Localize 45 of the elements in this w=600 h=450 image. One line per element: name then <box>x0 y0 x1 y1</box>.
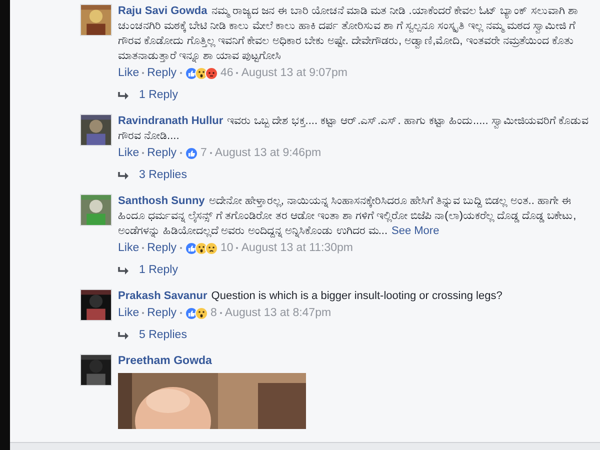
reply-arrow-icon <box>118 90 129 100</box>
sad-reaction-icon <box>204 242 218 254</box>
author-link[interactable]: Ravindranath Hullur <box>118 115 224 127</box>
reply-link[interactable]: Reply <box>147 240 177 256</box>
reply-arrow-icon <box>118 170 129 180</box>
reply-arrow-icon <box>118 330 129 340</box>
separator-dot-icon <box>210 152 212 154</box>
replies-link[interactable]: 1 Reply <box>139 87 178 103</box>
like-link[interactable]: Like <box>118 65 140 81</box>
wow-reaction-icon <box>194 306 208 320</box>
like-link[interactable]: Like <box>118 145 140 161</box>
separator-dot-icon <box>142 152 144 154</box>
like-reaction-icon <box>184 66 198 80</box>
reply-link[interactable]: Reply <box>147 65 177 81</box>
comment-text: Raju Savi Gowda ನಮ್ಮ ರಾಜ್ಯದ ಜನ ಈ ಬಾರಿ ಯೋಚನೆ ಮಾಡಿ ಮತ ನೀಡಿ .ಯಾಕೆಂದರೆ ಕೇವಲ ಓಟ್ ಬ್ಯಾಂಕ್ ಸಲುವಾಗಿ ಶಾ ಚುಂಚನಗಿರಿ ಮಠಕ್ಕೆ ಬೇಟಿ ನೀಡಿ ಕಾಲು ಮೇಲೆ ಕಾಲು ಹಾಕಿ ದರ್ಪ ತೋರಿಸುವ ಶಾ ಗೆ ಸ್ವಲ್ಪನೂ ಸಂಸ್ಕೃತಿ ಇಲ್ಲ ನಮ್ಮ ಮಠದ ಸ್ವಾಮೀಜಿ ಗೆ ಗೌರವ ಕೊಡೋದು ಗೊತ್ತಿಲ್ಲ ಇವನಿಗೆ ಕೇವಲ ಅಧಿಕಾರ ಬೇಕು ಅಷ್ಟೇ. ದೇವೇಗೌಡರು, ಅಡ್ವಾಣಿ,ಮೋದಿ, ಇಂತವರೇ ನಮ್ರತೆಯಿಂದ ಕೊತು ಮಾತನಾಡುತ್ತಾರೆ ಇನ್ನೂ ಶಾ ಯಾವ ಪುಟ್ಟಗೋಸಿ <box>118 4 580 64</box>
separator-dot-icon <box>236 72 238 74</box>
replies-link[interactable]: 3 Replies <box>139 167 187 183</box>
separator-dot-icon <box>142 247 144 249</box>
separator-dot-icon <box>180 312 182 314</box>
author-link[interactable]: Preetham Gowda <box>118 354 212 369</box>
comment-text: Prakash Savanur Question is which is a bigger insult-looting or crossing legs? <box>118 289 504 304</box>
like-link[interactable]: Like <box>118 305 140 321</box>
separator-dot-icon <box>180 247 182 249</box>
separator-dot-icon <box>180 72 182 74</box>
author-link[interactable]: Raju Savi Gowda <box>118 5 208 17</box>
reply-arrow-icon <box>118 266 129 274</box>
author-link[interactable]: Santhosh Sunny <box>118 195 205 207</box>
comment-text: Ravindranath Hullur ಇವರು ಒಬ್ಬ ದೇಶ ಭಕ್ತ.... ಕಟ್ಟಾ ಆರ್.ಎಸ್.ಎಸ್. ಹಾಗು ಕಟ್ಟಾ ಹಿಂದು..... ಸ್ವಾಮೀಜಿಯವರಿಗೆ ಕೊಡುವ ಗೌರವ ನೋಡಿ.... <box>118 114 590 144</box>
like-reaction-icon <box>184 146 198 160</box>
author-link[interactable]: Prakash Savanur <box>118 290 208 302</box>
separator-dot-icon <box>236 247 238 249</box>
replies-link[interactable]: 1 Reply <box>139 262 178 278</box>
see-more-link[interactable]: See More <box>392 225 440 237</box>
like-reaction-icon <box>184 306 198 320</box>
separator-dot-icon <box>180 152 182 154</box>
separator-dot-icon <box>220 312 222 314</box>
like-reaction-icon <box>184 242 198 254</box>
separator-dot-icon <box>142 72 144 74</box>
like-link[interactable]: Like <box>118 240 140 256</box>
comment-text: Santhosh Sunny ಅದೇನೋ ಹೇಳ್ತಾರಲ್ಲ, ನಾಯಿಯನ್ನ ಸಿಂಹಾಸನಕ್ಕೇರಿಸಿದರೂ ಹೇಸಿಗೆ ತಿನ್ನುವ ಬುದ್ದಿ ಬಿಡಲ್ಲ ಅಂತ.. ಹಾಗೇ ಈ ಹಿಂದೂ ಧರ್ಮವನ್ನ ಲೈಸನ್ಸ್ ಗೆ ತಗೊಂಡಿರೋ ತರ ಆಡೋ ಇಂತಾ ಶಾ ಗಳಿಗೆ ಇಲ್ಲಿರೋ ಬಿಜೆಪಿ ನಾ(ಲಾ)ಯಕರೆಲ್ಲ ದೊಡ್ಡ ದೊಡ್ಡ ಬಕೇಟು, ಅಂಡೆಗಳನ್ನು ಹಿಡಿಯೋದಲ್ಲದೆ ಅವರು ಅಂದಿದ್ದನ್ನ ಅನ್ನಿಸಿಕೊಂಡು ಉಗಿದರ ಮ... See More <box>118 194 578 239</box>
replies-link[interactable]: 5 Replies <box>139 327 187 343</box>
reply-link[interactable]: Reply <box>147 145 177 161</box>
reply-link[interactable]: Reply <box>147 305 177 321</box>
angry-reaction-icon <box>204 66 218 80</box>
separator-dot-icon <box>142 312 144 314</box>
